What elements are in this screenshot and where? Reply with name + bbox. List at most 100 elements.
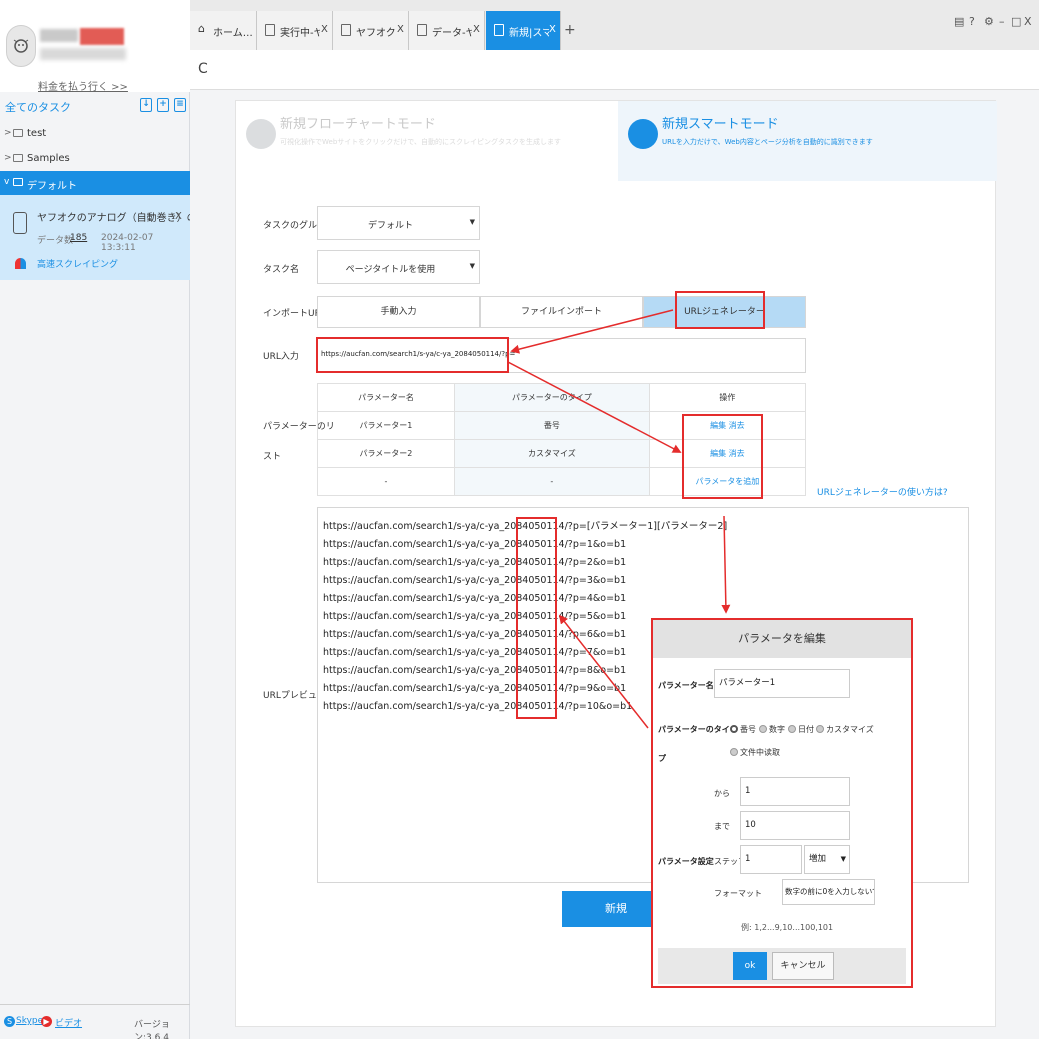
type-radio-date[interactable]: 日付 — [788, 724, 814, 735]
type-radio-custom[interactable]: カスタマイズ — [816, 724, 874, 735]
radio-label: 番号 — [740, 725, 756, 734]
task-item[interactable]: ヤフオクのアナログ（自動巻き）の相場・… X データ数 185 2024-02-… — [0, 195, 237, 280]
document-icon — [265, 24, 275, 36]
close-icon[interactable]: X — [473, 24, 480, 35]
folder-icon — [13, 154, 23, 162]
skype-icon[interactable]: S — [4, 1016, 15, 1027]
table-header: パラメーター名 — [317, 383, 455, 412]
manual-input-option[interactable]: 手動入力 — [317, 296, 480, 328]
close-icon[interactable]: X — [549, 24, 556, 35]
step-mode-value: 増加 — [809, 854, 827, 864]
radio-label: 文件中读取 — [740, 748, 780, 757]
type-radio-file[interactable]: 文件中读取 — [730, 747, 780, 758]
data-count-link[interactable]: 185 — [70, 233, 87, 243]
robot-icon — [13, 212, 27, 234]
video-icon[interactable]: ▶ — [41, 1016, 52, 1027]
format-select[interactable]: 数字の前に0を入力しないでください — [782, 879, 875, 905]
tab-label: ヤフオクのアナ… — [356, 28, 396, 39]
folder-icon — [13, 129, 23, 137]
tab-label: ホーム… — [213, 28, 253, 39]
tree-item-label: Samples — [27, 153, 70, 164]
step-mode-select[interactable]: 増加 ▼ — [804, 845, 850, 874]
robot-icon — [628, 119, 658, 149]
param-type-label: パラメーターのタイ — [658, 725, 730, 734]
tab-data[interactable]: データ-ヤフ… X — [409, 11, 485, 50]
help-icon[interactable]: ? — [969, 15, 975, 28]
tab-label: 新規|スマ… — [509, 28, 549, 39]
tab-home[interactable]: ⌂ ホーム… — [190, 11, 257, 50]
task-name-value: ページタイトルを使用 — [345, 265, 436, 275]
close-icon[interactable]: X — [321, 24, 328, 35]
close-window-button[interactable]: X — [1024, 15, 1032, 28]
tab-yahoo-auction[interactable]: ヤフオクのアナ… X — [333, 11, 409, 50]
format-value: 数字の前に0を入力しないでください — [785, 887, 874, 896]
param-type-cell: - — [453, 467, 650, 496]
fast-scrape-label[interactable]: 高速スクレイピング — [37, 257, 118, 270]
close-icon[interactable]: X — [175, 211, 182, 222]
flowchart-mode-card[interactable]: 新規フローチャートモード 可視化操作でWebサイトをクリックだけで、自動的にスク… — [236, 101, 613, 181]
home-icon: ⌂ — [198, 22, 205, 35]
table-header-row: パラメーター名 パラメーターのタイプ 操作 — [317, 383, 807, 412]
all-tasks-label[interactable]: 全てのタスク — [5, 99, 71, 115]
gift-icon[interactable]: ▤ — [954, 15, 964, 28]
param-type-cell: 番号 — [453, 411, 650, 440]
type-radio-digit[interactable]: 数字 — [759, 724, 785, 735]
smart-mode-card[interactable]: 新規スマートモード URLを入力だけで、Web内容とページ分析を自動的に識別でき… — [618, 101, 997, 181]
radio-label: カスタマイズ — [826, 725, 874, 734]
radio-label: 数字 — [769, 725, 785, 734]
version-label: バージョン:3.6.4 — [134, 1020, 170, 1039]
pay-link[interactable]: 料金を払う行く >> — [38, 78, 128, 93]
sidebar-footer: S Skype ▶ ビデオ バージョン:3.6.4 — [0, 1004, 190, 1039]
annotation-box-url-input — [316, 337, 509, 373]
document-icon — [417, 24, 427, 36]
folder-icon — [13, 178, 23, 186]
file-import-option[interactable]: ファイルインポート — [480, 296, 643, 328]
group-select-value: デフォルト — [367, 221, 413, 231]
minimize-button[interactable]: – — [999, 15, 1005, 28]
to-label: まで — [714, 822, 730, 831]
gear-icon[interactable]: ⚙ — [984, 15, 994, 28]
format-label: フォーマット — [714, 889, 762, 898]
from-input[interactable]: 1 — [740, 777, 850, 806]
avatar[interactable] — [6, 25, 36, 67]
step-input[interactable]: 1 — [740, 845, 802, 874]
annotation-box-url-generator — [675, 291, 765, 329]
group-select[interactable]: デフォルト ▼ — [317, 206, 480, 240]
close-icon[interactable]: X — [397, 24, 404, 35]
chevron-down-icon[interactable]: v — [4, 177, 9, 187]
cancel-button[interactable]: キャンセル — [772, 952, 834, 980]
from-label: から — [714, 789, 730, 798]
chevron-right-icon[interactable]: > — [4, 128, 12, 138]
url-generator-help-link[interactable]: URLジェネレーターの使い方は? — [817, 485, 948, 498]
account-badge-blurred — [80, 28, 124, 45]
type-radio-number[interactable]: 番号 — [730, 724, 756, 735]
tree-item-test[interactable]: > test — [0, 122, 190, 146]
video-link[interactable]: ビデオ — [55, 1016, 82, 1029]
dialog-footer: ok キャンセル — [658, 948, 906, 984]
import-task-icon[interactable]: ↓ — [140, 98, 152, 112]
add-tab-button[interactable]: + — [564, 22, 576, 38]
flowchart-mode-desc: 可視化操作でWebサイトをクリックだけで、自動的にスクレイピングタスクを生成しま… — [280, 138, 561, 146]
param-name-input[interactable]: パラメーター1 — [714, 669, 850, 698]
tree-item-default[interactable]: v デフォルト — [0, 171, 190, 195]
param-type-cell: カスタマイズ — [453, 439, 650, 468]
annotation-box-param-column — [516, 517, 557, 719]
task-name-label: タスク名 — [263, 265, 300, 275]
chevron-right-icon[interactable]: > — [4, 153, 12, 163]
maximize-button[interactable]: □ — [1011, 15, 1021, 28]
tab-label: データ-ヤフ… — [432, 28, 472, 39]
reload-icon[interactable]: C — [198, 61, 208, 77]
tree-item-samples[interactable]: > Samples — [0, 147, 190, 171]
skype-link[interactable]: Skype — [16, 1016, 43, 1026]
tab-running[interactable]: 実行中-ヤフ… X — [257, 11, 333, 50]
tab-new-smart[interactable]: 新規|スマ… X — [486, 11, 561, 50]
dropdown-arrow-icon: ▼ — [840, 855, 846, 863]
export-task-icon[interactable]: ≡ — [174, 98, 186, 112]
task-name-select[interactable]: ページタイトルを使用 ▼ — [317, 250, 480, 284]
to-input[interactable]: 10 — [740, 811, 850, 840]
ok-button[interactable]: ok — [733, 952, 767, 980]
data-count-label: データ数 — [37, 236, 74, 246]
add-task-icon[interactable]: + — [157, 98, 169, 112]
param-name-cell: - — [317, 467, 455, 496]
param-name-cell: パラメーター1 — [317, 411, 455, 440]
